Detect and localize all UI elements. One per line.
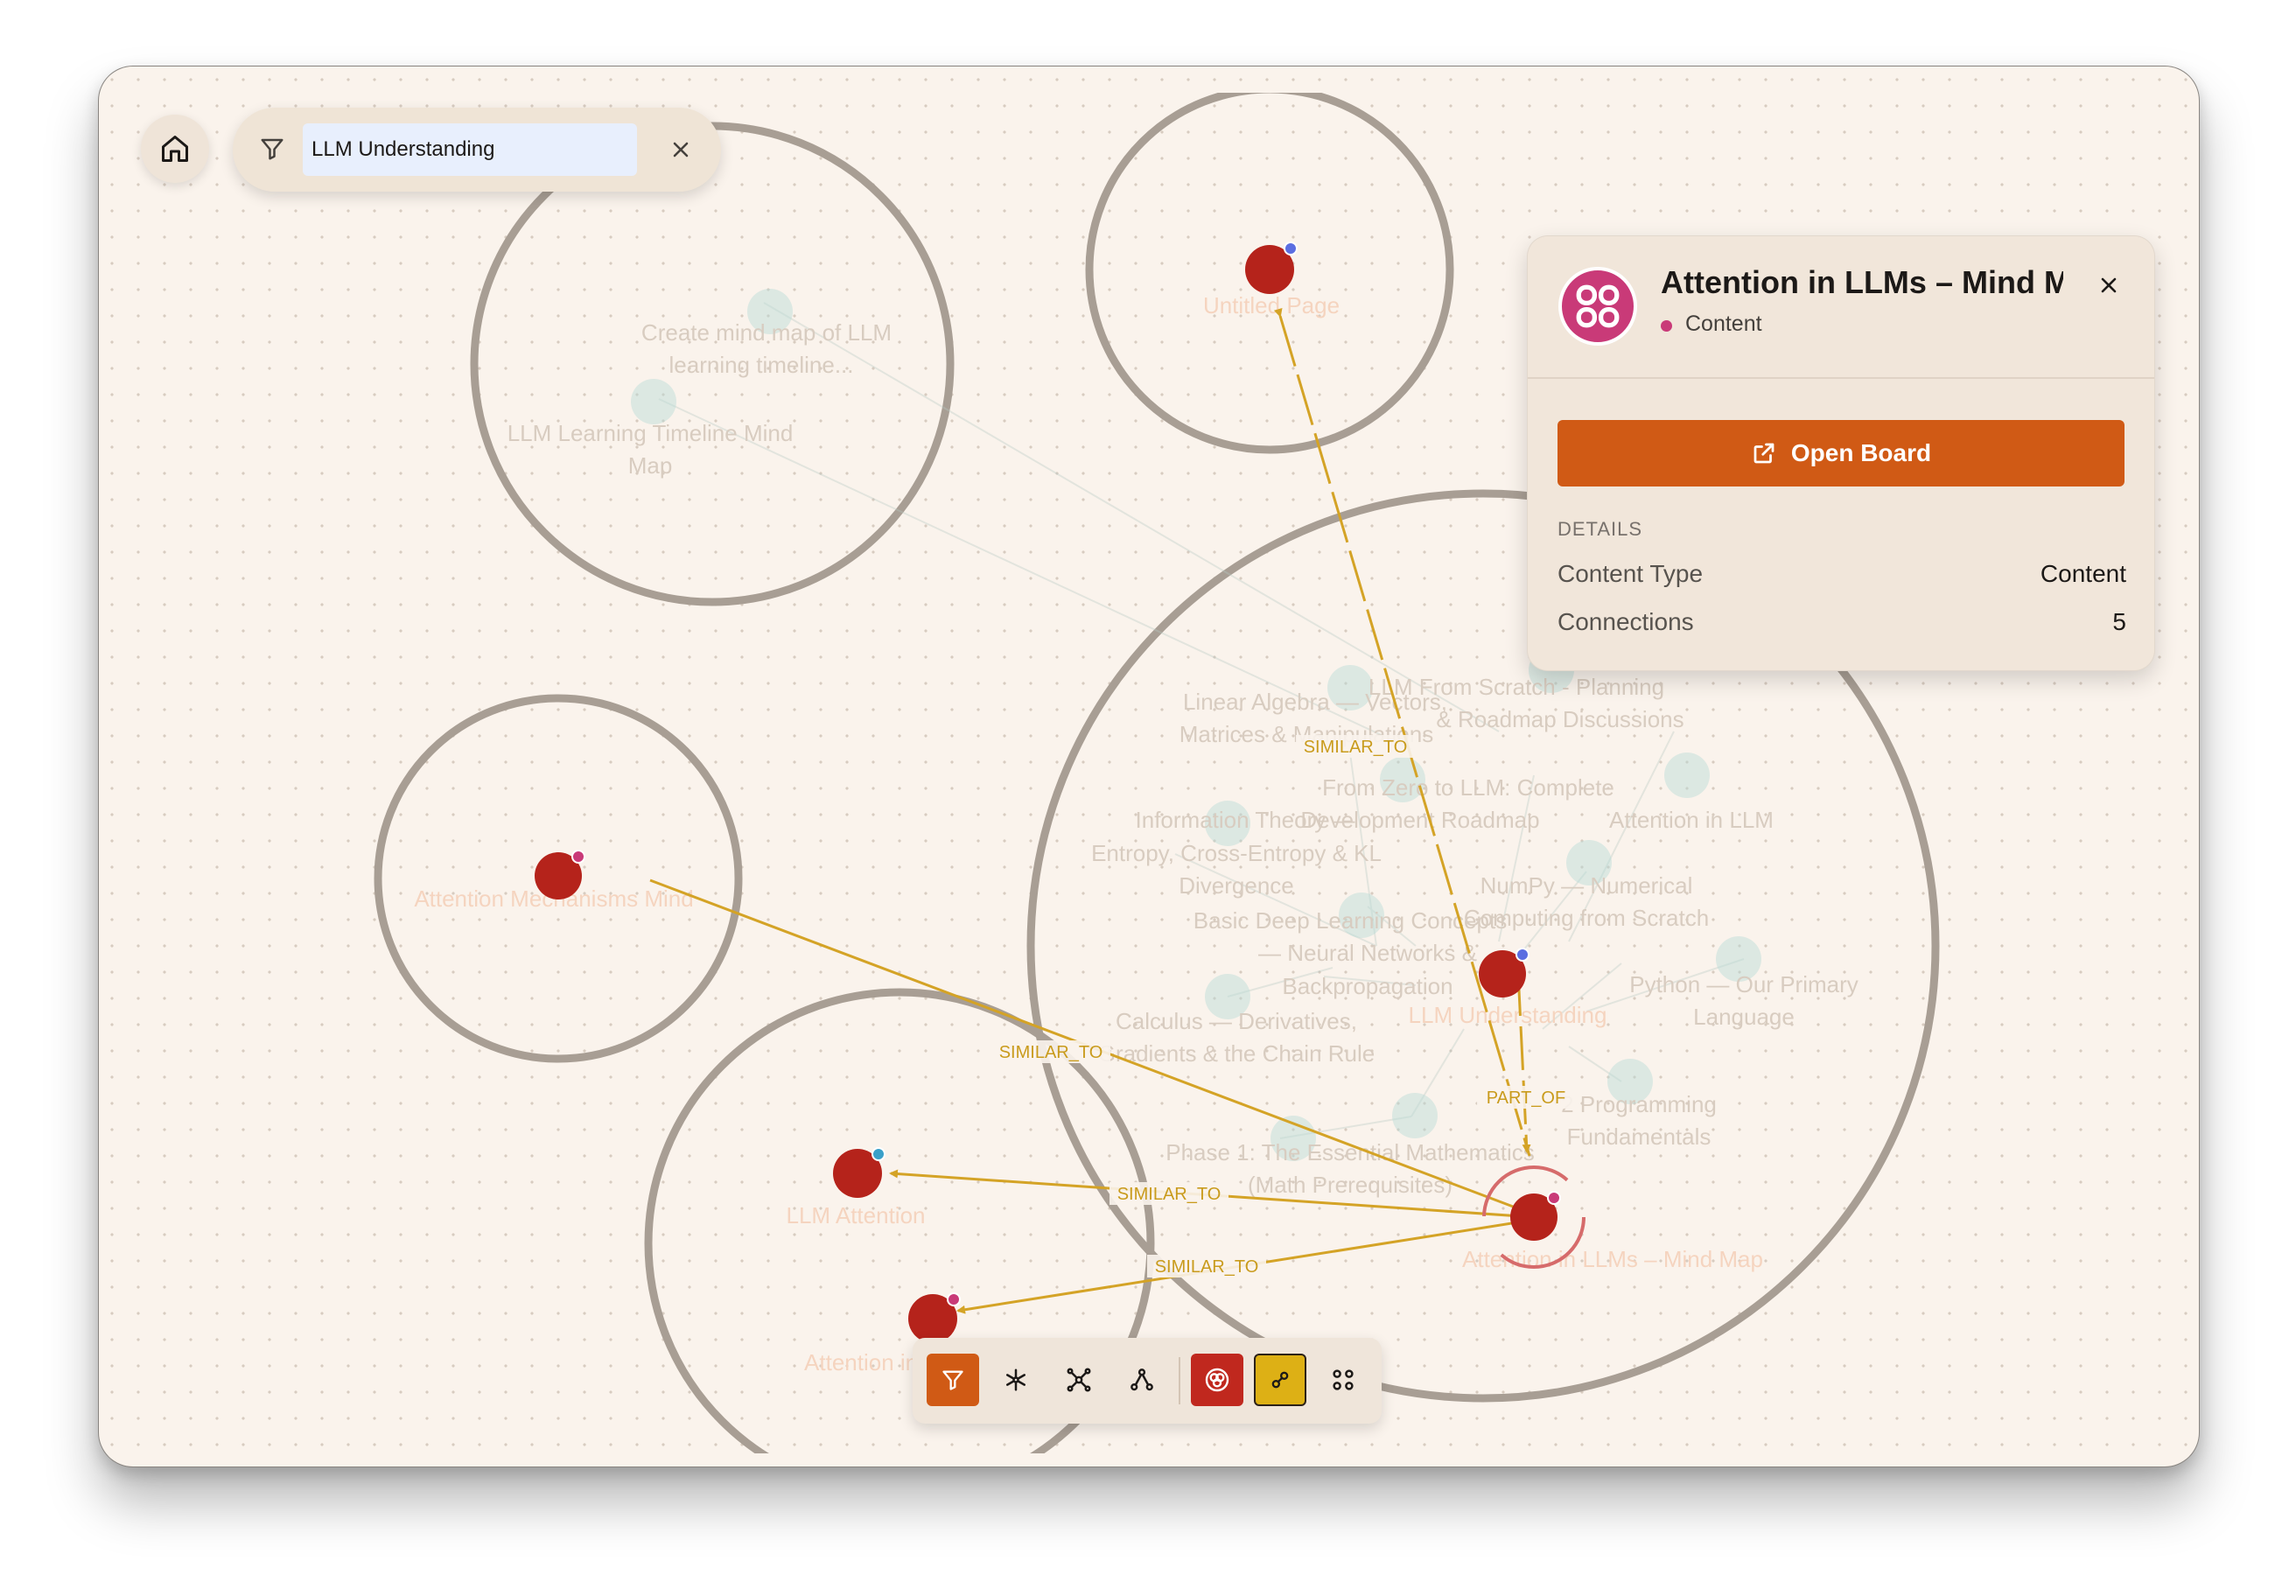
svg-text:Entropy, Cross-Entropy & KL: Entropy, Cross-Entropy & KL	[1091, 840, 1382, 866]
svg-text:LLM Attention: LLM Attention	[787, 1202, 926, 1228]
svg-text:Linear Algebra — Vectors,: Linear Algebra — Vectors,	[1183, 689, 1447, 715]
content-type-dot	[1661, 320, 1672, 332]
node-badge	[1547, 1191, 1561, 1205]
svg-text:SIMILAR_TO: SIMILAR_TO	[1304, 738, 1408, 757]
node-details-panel: Attention in LLMs – Mind Map Content Ope…	[1527, 235, 2155, 671]
content-type-label: Content Type	[1558, 560, 1704, 587]
connections-value: 5	[2112, 608, 2126, 635]
grid-layout-button[interactable]	[1317, 1354, 1369, 1406]
svg-text:2 Programming: 2 Programming	[1561, 1091, 1717, 1117]
tree-layout-icon	[1130, 1368, 1153, 1391]
network-layout-button[interactable]	[1053, 1354, 1105, 1406]
external-link-icon	[1754, 443, 1774, 464]
link-nodes-icon	[1271, 1371, 1289, 1389]
node-badge	[1516, 948, 1530, 962]
network-cross-icon	[1067, 1368, 1091, 1392]
panel-title: Attention in LLMs – Mind Map	[1661, 264, 2063, 300]
svg-text:SIMILAR_TO: SIMILAR_TO	[1117, 1185, 1222, 1204]
filter-bar	[233, 108, 721, 192]
svg-text:Calculus — Derivatives,: Calculus — Derivatives,	[1116, 1008, 1357, 1034]
clear-filter-icon[interactable]	[668, 137, 693, 162]
svg-text:Language: Language	[1693, 1004, 1795, 1030]
node-badge	[947, 1292, 961, 1306]
svg-text:Fundamentals: Fundamentals	[1567, 1124, 1712, 1150]
connections-label: Connections	[1558, 608, 1694, 635]
close-icon[interactable]	[2096, 273, 2121, 298]
home-icon	[162, 136, 188, 162]
svg-text:SIMILAR_TO: SIMILAR_TO	[1155, 1257, 1259, 1277]
content-type-value: Content	[2040, 560, 2126, 587]
svg-text:LLM Learning Timeline Mind: LLM Learning Timeline Mind	[508, 420, 794, 446]
node-badge	[1284, 242, 1298, 256]
filter-funnel-icon	[942, 1370, 963, 1390]
panel-type: Content	[1685, 312, 1762, 336]
app-window: Create mind map of LLM learning timeline…	[98, 66, 2200, 1467]
svg-text:Backpropagation: Backpropagation	[1282, 973, 1452, 999]
svg-text:& Roadmap Discussions: & Roadmap Discussions	[1436, 706, 1684, 732]
svg-text:Untitled Page: Untitled Page	[1203, 292, 1340, 318]
cluster-rings-icon	[1205, 1368, 1229, 1392]
svg-text:(Math Prerequisites): (Math Prerequisites)	[1248, 1172, 1452, 1198]
cluster-view-button[interactable]	[1191, 1354, 1243, 1406]
svg-text:Phase 1: The Essential Mathema: Phase 1: The Essential Mathematics	[1166, 1139, 1535, 1166]
svg-text:From Zero to LLM: Complete: From Zero to LLM: Complete	[1322, 774, 1614, 801]
svg-text:— Neural Networks &: — Neural Networks &	[1258, 940, 1477, 966]
svg-text:SIMILAR_TO: SIMILAR_TO	[999, 1043, 1103, 1062]
open-board-label: Open Board	[1790, 439, 1932, 466]
svg-text:NumPy — Numerical: NumPy — Numerical	[1480, 872, 1693, 899]
svg-text:Divergence: Divergence	[1179, 872, 1294, 899]
svg-text:Computing from Scratch: Computing from Scratch	[1464, 905, 1709, 931]
svg-text:Gradients & the Chain Rule: Gradients & the Chain Rule	[1098, 1040, 1376, 1067]
divider	[1528, 377, 2154, 379]
svg-text:Attention in LLM: Attention in LLM	[1609, 807, 1774, 833]
grid-dots-icon	[1333, 1369, 1354, 1390]
open-board-button[interactable]: Open Board	[1558, 420, 2124, 486]
svg-text:PART_OF: PART_OF	[1487, 1088, 1565, 1108]
svg-text:Development Roadmap: Development Roadmap	[1300, 807, 1539, 833]
home-button[interactable]	[141, 115, 209, 183]
filter-icon	[261, 138, 284, 160]
node-badge	[571, 850, 585, 864]
graph-toolbar	[913, 1338, 1382, 1424]
asterisk-layout-icon	[1006, 1368, 1026, 1391]
svg-text:Create mind map of LLM: Create mind map of LLM	[641, 319, 892, 346]
filter-mode-button[interactable]	[927, 1354, 979, 1406]
svg-text:learning timeline...: learning timeline...	[669, 352, 854, 378]
show-links-button[interactable]	[1254, 1354, 1306, 1406]
asterisk-layout-button[interactable]	[990, 1354, 1042, 1406]
svg-text:Python — Our Primary: Python — Our Primary	[1629, 971, 1858, 998]
toolbar-separator	[1179, 1357, 1180, 1404]
filter-input[interactable]	[303, 123, 637, 176]
board-grid-icon	[1558, 267, 1637, 346]
svg-text:LLM Understanding: LLM Understanding	[1409, 1002, 1607, 1028]
svg-text:Map: Map	[628, 452, 673, 479]
node-badge	[872, 1147, 886, 1161]
tree-layout-button[interactable]	[1116, 1354, 1168, 1406]
details-heading: DETAILS	[1558, 518, 1643, 540]
